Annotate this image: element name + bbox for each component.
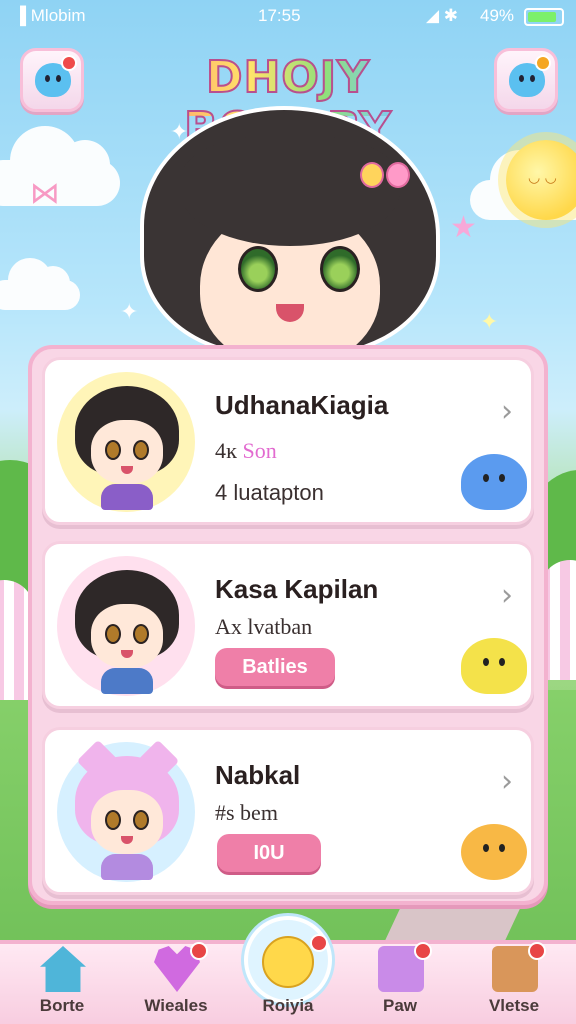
notification-dot (61, 55, 77, 71)
status-button[interactable]: I0U (217, 834, 321, 872)
chevron-right-icon[interactable]: › (501, 764, 513, 799)
bottom-nav: Borte Wieales Roiyia Paw Vletse (0, 916, 576, 1024)
sparkle-icon: ✦ (480, 310, 499, 335)
nav-item-favorites[interactable]: Wieales (128, 942, 224, 1024)
notification-badge (310, 934, 328, 952)
clock: 17:55 (258, 6, 301, 25)
orange-sun-pet-icon (461, 824, 527, 880)
sparkle-icon: ✦ (120, 300, 139, 325)
nav-item-shop[interactable]: Paw (352, 942, 448, 1024)
yellow-blob-icon (461, 638, 527, 694)
nav-item-more[interactable]: Vletse (466, 942, 562, 1024)
character-detail: 4 luatapton (215, 480, 324, 505)
status-bar: ▐ Mlobim 17:55 ◢ ✱ 49% (0, 0, 576, 32)
smiley-icon (262, 936, 314, 988)
sun-decoration: ◡ ◡ (506, 140, 576, 220)
character-highlight: Son (242, 438, 277, 463)
notification-badge (190, 942, 208, 960)
hero-eye (320, 246, 360, 292)
battery-percent: 49% (480, 6, 515, 25)
notification-dot (535, 55, 551, 71)
character-subtitle: #s bem (215, 800, 278, 825)
carrier-label: ▐ Mlobim (14, 6, 86, 25)
character-avatar (57, 372, 195, 512)
nav-label: Paw (382, 996, 418, 1015)
home-icon (40, 946, 86, 992)
battery-icon (524, 8, 564, 26)
notification-badge (414, 942, 432, 960)
hero-character-illustration (140, 96, 440, 366)
bow-icon: ⋈ (30, 176, 60, 211)
character-name: Nabkal (215, 760, 301, 790)
nav-item-home[interactable]: Borte (14, 944, 110, 1024)
character-card[interactable]: UdhanaKiagia 4ĸ Son 4 luatapton › (42, 357, 534, 525)
blue-blob-icon (461, 454, 527, 510)
hero-eye (238, 246, 278, 292)
cloud (0, 126, 120, 206)
star-icon: ★ (450, 210, 477, 245)
character-list-panel: UdhanaKiagia 4ĸ Son 4 luatapton › Kasa K… (28, 345, 548, 905)
nav-label: Borte (39, 996, 85, 1015)
character-avatar (57, 739, 195, 882)
chevron-right-icon[interactable]: › (501, 578, 513, 613)
signal-bluetooth-icons: ◢ ✱ (426, 6, 459, 25)
character-card[interactable]: Kasa Kapilan Ax lvatban Batlies › (42, 541, 534, 709)
character-name: Kasa Kapilan (215, 574, 379, 604)
menu-button[interactable] (494, 48, 558, 112)
notification-badge (528, 942, 546, 960)
character-avatar (57, 556, 195, 696)
chevron-right-icon[interactable]: › (501, 394, 513, 429)
hair-bow-icon (360, 156, 412, 196)
character-subtitle: Ax lvatban (215, 614, 313, 639)
cloud (0, 258, 80, 310)
character-name: UdhanaKiagia (215, 390, 389, 420)
nav-label: Roiyia (262, 996, 314, 1015)
profile-button[interactable] (20, 48, 84, 112)
nav-label: Wieales (144, 996, 208, 1015)
character-subtitle: 4ĸ Son (215, 438, 277, 463)
nav-item-center[interactable]: Roiyia (240, 916, 336, 1024)
nav-label: Vletse (488, 996, 540, 1015)
battles-button[interactable]: Batlies (215, 648, 335, 686)
character-card[interactable]: Nabkal #s bem I0U › (42, 727, 534, 895)
